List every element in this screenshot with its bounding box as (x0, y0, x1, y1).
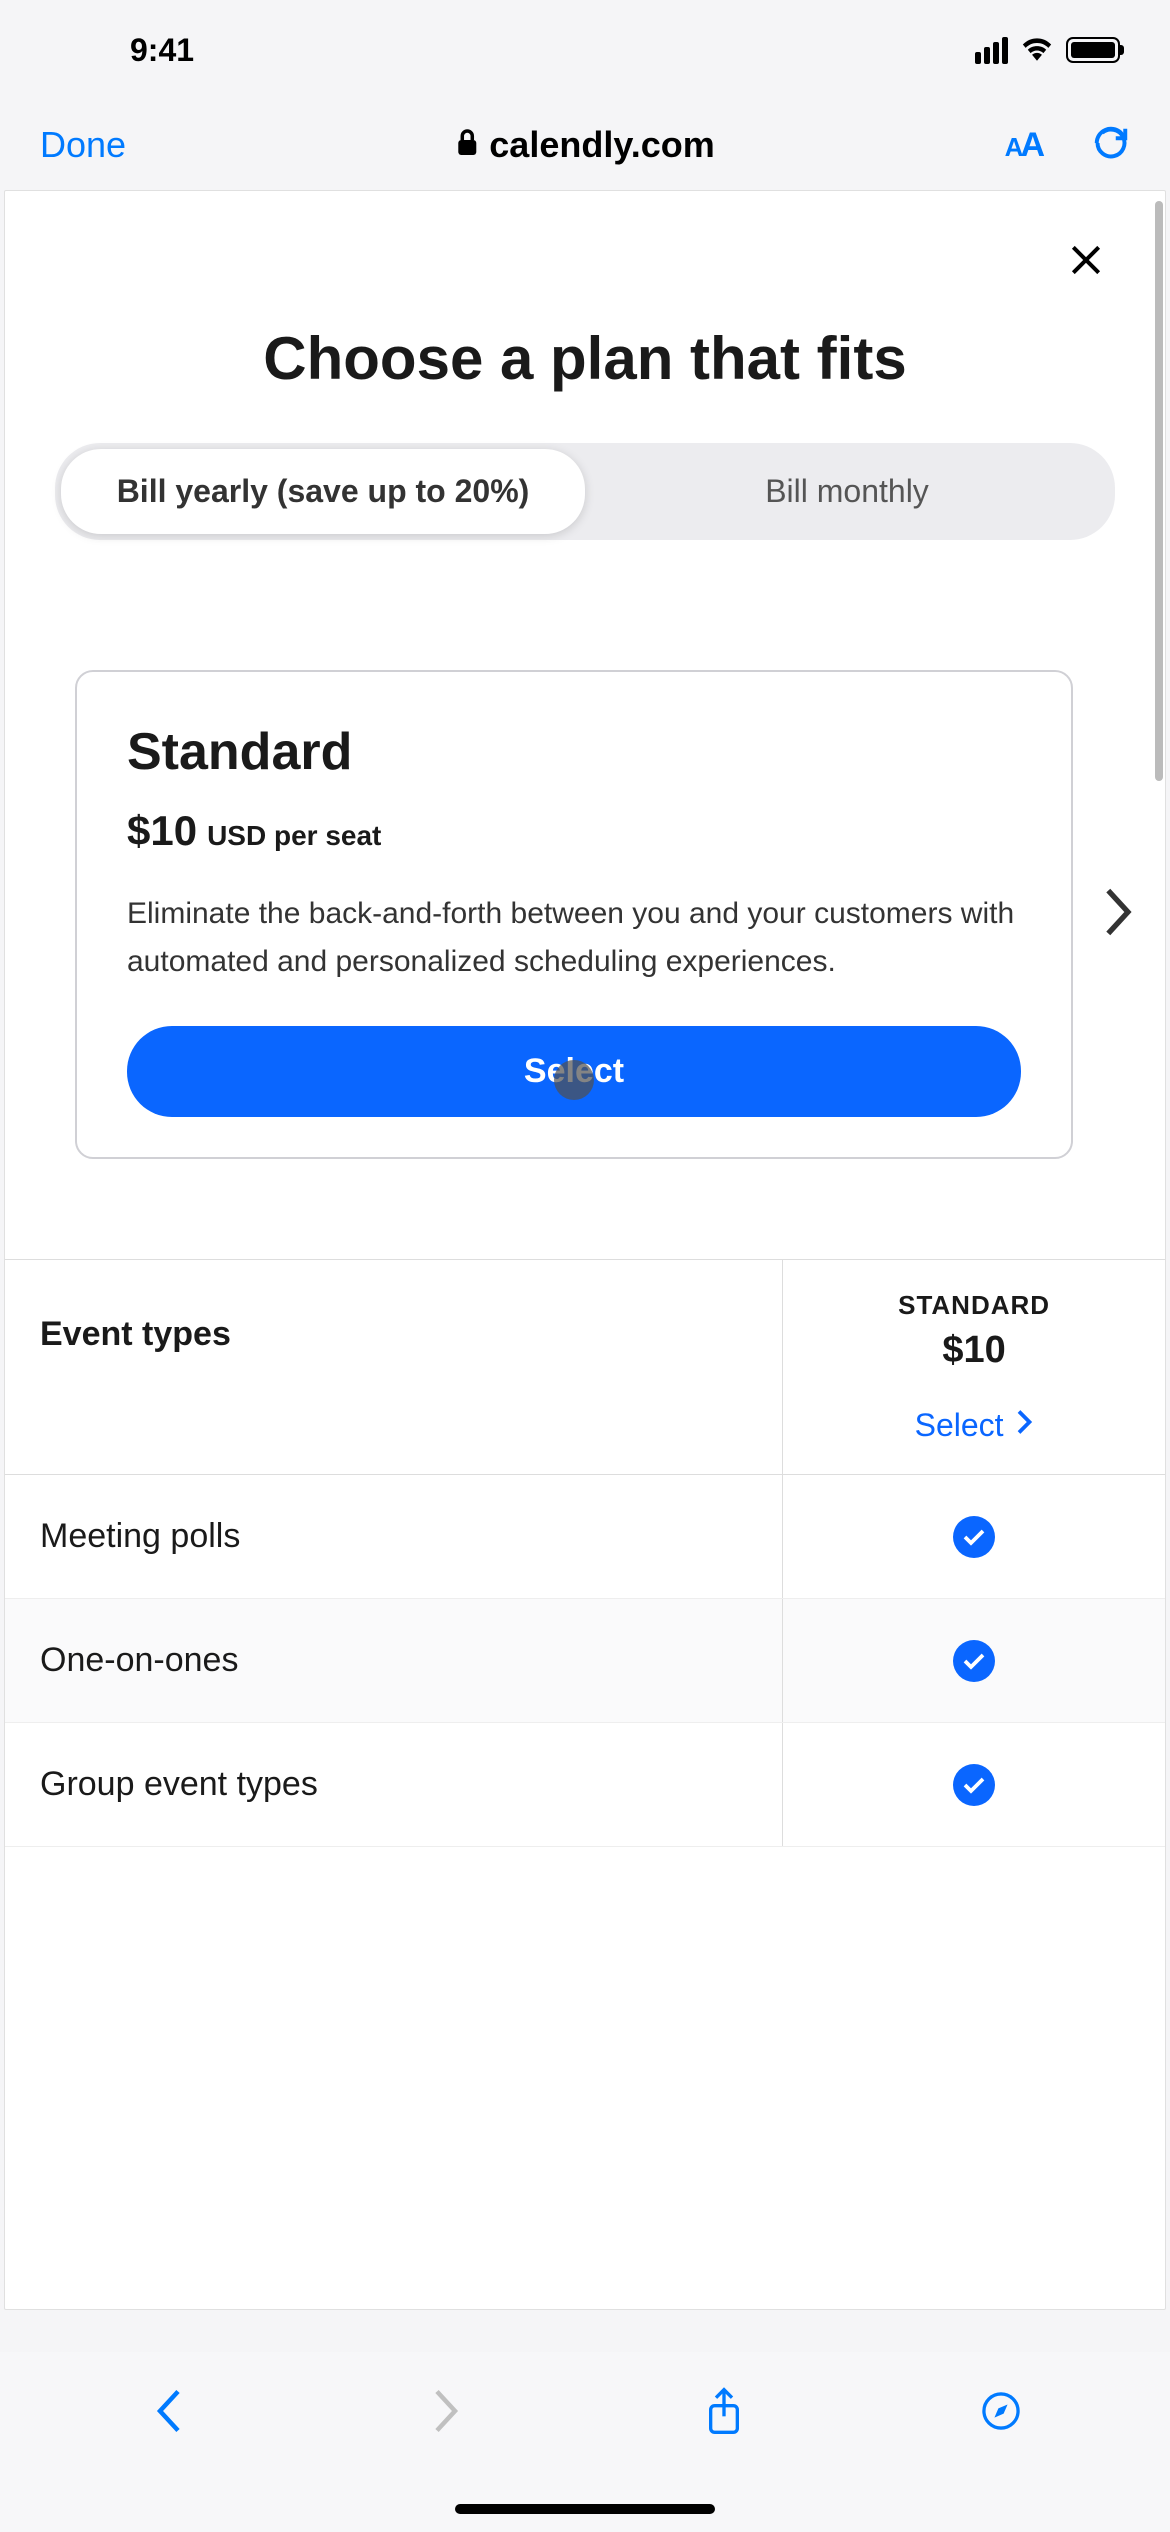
feature-included (782, 1599, 1165, 1722)
check-icon (953, 1516, 995, 1558)
text-size-button[interactable]: AA (1005, 126, 1042, 165)
close-button[interactable] (1067, 241, 1105, 284)
feature-name: Meeting polls (5, 1475, 782, 1598)
share-icon (703, 2422, 745, 2439)
browser-forward-button (425, 2387, 467, 2440)
column-plan-name: STANDARD (803, 1290, 1145, 1321)
status-bar: 9:41 (0, 0, 1170, 100)
page-title: Choose a plan that fits (5, 304, 1165, 443)
open-in-safari-button[interactable] (980, 2387, 1022, 2440)
lock-icon (455, 128, 479, 163)
plan-description: Eliminate the back-and-forth between you… (127, 890, 1021, 986)
feature-comparison-table: Event types STANDARD $10 Select Meeting … (5, 1259, 1165, 1847)
feature-included (782, 1475, 1165, 1598)
chevron-left-icon (148, 2422, 190, 2439)
select-plan-button[interactable]: Select (127, 1026, 1021, 1117)
share-button[interactable] (703, 2387, 745, 2440)
feature-included (782, 1723, 1165, 1846)
browser-back-button[interactable] (148, 2387, 190, 2440)
plan-card-standard: Standard $10 USD per seat Eliminate the … (75, 670, 1073, 1159)
column-plan-price: $10 (803, 1329, 1145, 1372)
done-button[interactable]: Done (40, 124, 126, 166)
bill-monthly-toggle[interactable]: Bill monthly (585, 449, 1109, 534)
feature-row: One-on-ones (5, 1599, 1165, 1723)
chevron-right-icon (1103, 924, 1135, 941)
column-select-link[interactable]: Select (803, 1407, 1145, 1444)
status-icons (975, 35, 1120, 66)
wifi-icon (1020, 35, 1054, 66)
scroll-indicator[interactable] (1155, 201, 1163, 781)
feature-name: One-on-ones (5, 1599, 782, 1722)
next-plan-button[interactable] (1073, 887, 1145, 942)
check-icon (953, 1764, 995, 1806)
reload-button[interactable] (1092, 124, 1130, 167)
feature-name: Group event types (5, 1723, 782, 1846)
check-icon (953, 1640, 995, 1682)
url-display[interactable]: calendly.com (455, 124, 714, 166)
billing-toggle: Bill yearly (save up to 20%) Bill monthl… (55, 443, 1115, 540)
cellular-signal-icon (975, 37, 1008, 64)
url-text: calendly.com (489, 124, 714, 166)
chevron-right-icon (1016, 1407, 1034, 1444)
compass-icon (980, 2422, 1022, 2439)
battery-icon (1066, 37, 1120, 63)
feature-row: Group event types (5, 1723, 1165, 1847)
feature-row: Meeting polls (5, 1475, 1165, 1599)
bill-yearly-toggle[interactable]: Bill yearly (save up to 20%) (61, 449, 585, 534)
plan-price: $10 (127, 807, 197, 855)
home-indicator[interactable] (455, 2504, 715, 2514)
touch-indicator (554, 1060, 594, 1100)
page-content: Choose a plan that fits Bill yearly (sav… (4, 190, 1166, 2310)
chevron-right-icon (425, 2422, 467, 2439)
feature-category-header: Event types (5, 1260, 782, 1474)
status-time: 9:41 (130, 32, 194, 69)
browser-nav-bar: Done calendly.com AA (0, 100, 1170, 190)
plan-name: Standard (127, 722, 1021, 782)
plan-price-unit: USD per seat (207, 820, 381, 852)
close-icon (1067, 266, 1105, 283)
